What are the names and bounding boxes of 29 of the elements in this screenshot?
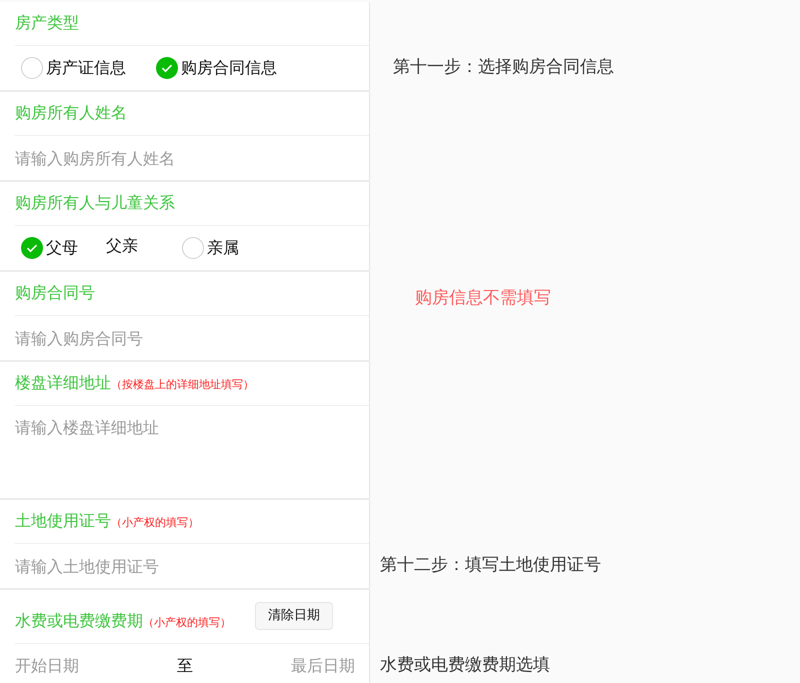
step-note: 水费或电费缴费期选填 [379, 654, 550, 678]
field-label: 购房所有人与儿童关系 [15, 192, 175, 214]
option-label[interactable]: 购房合同信息 [181, 56, 277, 80]
clear-date-button[interactable]: 清除日期 [255, 602, 333, 630]
field-label: 购房合同号 [15, 282, 95, 304]
field-label: 楼盘详细地址 [15, 372, 111, 394]
step-note: 购房信息不需填写 [414, 287, 551, 310]
step-note: 第十一步：选择购房合同信息 [392, 56, 614, 80]
option-label[interactable]: 父母 [46, 236, 78, 260]
step-note: 第十二步：填写土地使用证号 [379, 554, 601, 578]
field-hint: （按楼盘上的详细地址填写） [111, 377, 254, 393]
option-label[interactable]: 房产证信息 [46, 56, 126, 80]
text-input[interactable]: 请输入购房合同号 [0, 316, 369, 360]
radio-icon[interactable] [182, 237, 204, 259]
text-input[interactable]: 请输入土地使用证号 [0, 544, 369, 588]
field-label: 购房所有人姓名 [15, 102, 127, 124]
field-label: 水费或电费缴费期 [15, 610, 143, 632]
field-label: 土地使用证号 [15, 510, 111, 532]
field-hint: （小产权的填写） [111, 515, 199, 531]
range-separator: 至 [177, 655, 193, 677]
option-label[interactable]: 亲属 [207, 236, 239, 260]
field-hint: （小产权的填写） [143, 615, 231, 631]
text-input[interactable]: 请输入购房所有人姓名 [0, 136, 369, 180]
option-label: 父亲 [105, 235, 139, 257]
radio-icon[interactable] [21, 57, 43, 79]
checked-radio-icon[interactable] [156, 57, 178, 79]
checked-radio-icon[interactable] [21, 237, 43, 259]
field-label: 房产类型 [15, 12, 79, 34]
address-input[interactable]: 请输入楼盘详细地址 [0, 406, 369, 498]
